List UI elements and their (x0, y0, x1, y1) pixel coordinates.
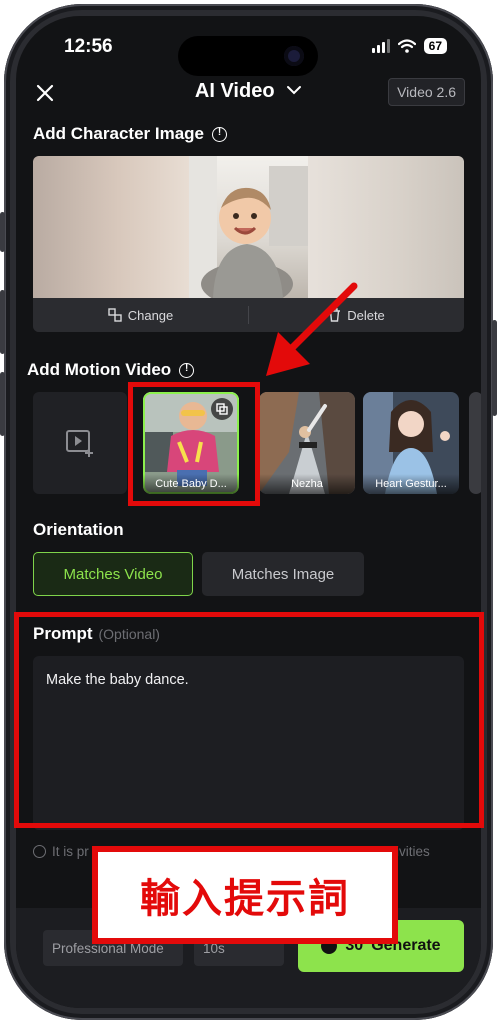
orientation-matches-video[interactable]: Matches Video (33, 552, 193, 596)
info-icon[interactable] (212, 126, 227, 142)
annotation-caption: 輸入提示詞 (92, 846, 398, 944)
motion-item-label: Heart Gestur... (363, 474, 459, 494)
swap-icon (108, 308, 122, 322)
change-image-button[interactable]: Change (33, 298, 248, 332)
chevron-down-icon (287, 86, 302, 95)
status-time: 12:56 (64, 36, 113, 57)
orientation-matches-image[interactable]: Matches Image (202, 552, 364, 596)
camera-icon (284, 46, 304, 66)
info-icon (33, 845, 46, 858)
character-section-title: Add Character Image (33, 124, 227, 144)
motion-item-heart-gesture[interactable]: Heart Gestur... (363, 392, 459, 494)
page-title-text: AI Video (194, 80, 275, 102)
change-label: Change (127, 307, 174, 323)
baby-illustration (189, 156, 308, 298)
character-image-blur-right (308, 156, 464, 298)
highlight-prompt (14, 612, 484, 828)
motion-section-title: Add Motion Video (27, 360, 195, 380)
status-indicators: 67 (371, 38, 447, 54)
info-icon[interactable] (179, 362, 195, 378)
motion-item-partial[interactable] (469, 392, 481, 494)
volume-down-button (0, 372, 5, 436)
battery-icon: 67 (423, 38, 447, 54)
notice-left: It is pr (52, 844, 89, 859)
action-button (0, 212, 5, 252)
orientation-title: Orientation (33, 520, 124, 539)
character-title-text: Add Character Image (33, 124, 204, 143)
character-image (189, 156, 308, 298)
dynamic-island (178, 36, 318, 76)
motion-item-label: Nezha (259, 474, 355, 494)
character-actions: Change Delete (33, 298, 464, 332)
highlight-motion-selection (128, 382, 260, 506)
model-version-button[interactable]: Video 2.6 (388, 78, 465, 106)
annotation-arrow-icon (266, 282, 358, 376)
add-video-icon (66, 430, 93, 457)
wifi-icon (397, 39, 416, 53)
motion-title-text: Add Motion Video (27, 360, 172, 379)
motion-item-nezha[interactable]: Nezha (259, 392, 355, 494)
power-button (492, 320, 497, 416)
signal-icon (371, 39, 390, 53)
volume-up-button (0, 290, 5, 354)
add-motion-button[interactable] (33, 392, 127, 494)
character-image-card[interactable]: Change Delete (33, 156, 464, 332)
notice-text: It is pr activities (33, 844, 430, 859)
character-image-blur-left (33, 156, 189, 298)
